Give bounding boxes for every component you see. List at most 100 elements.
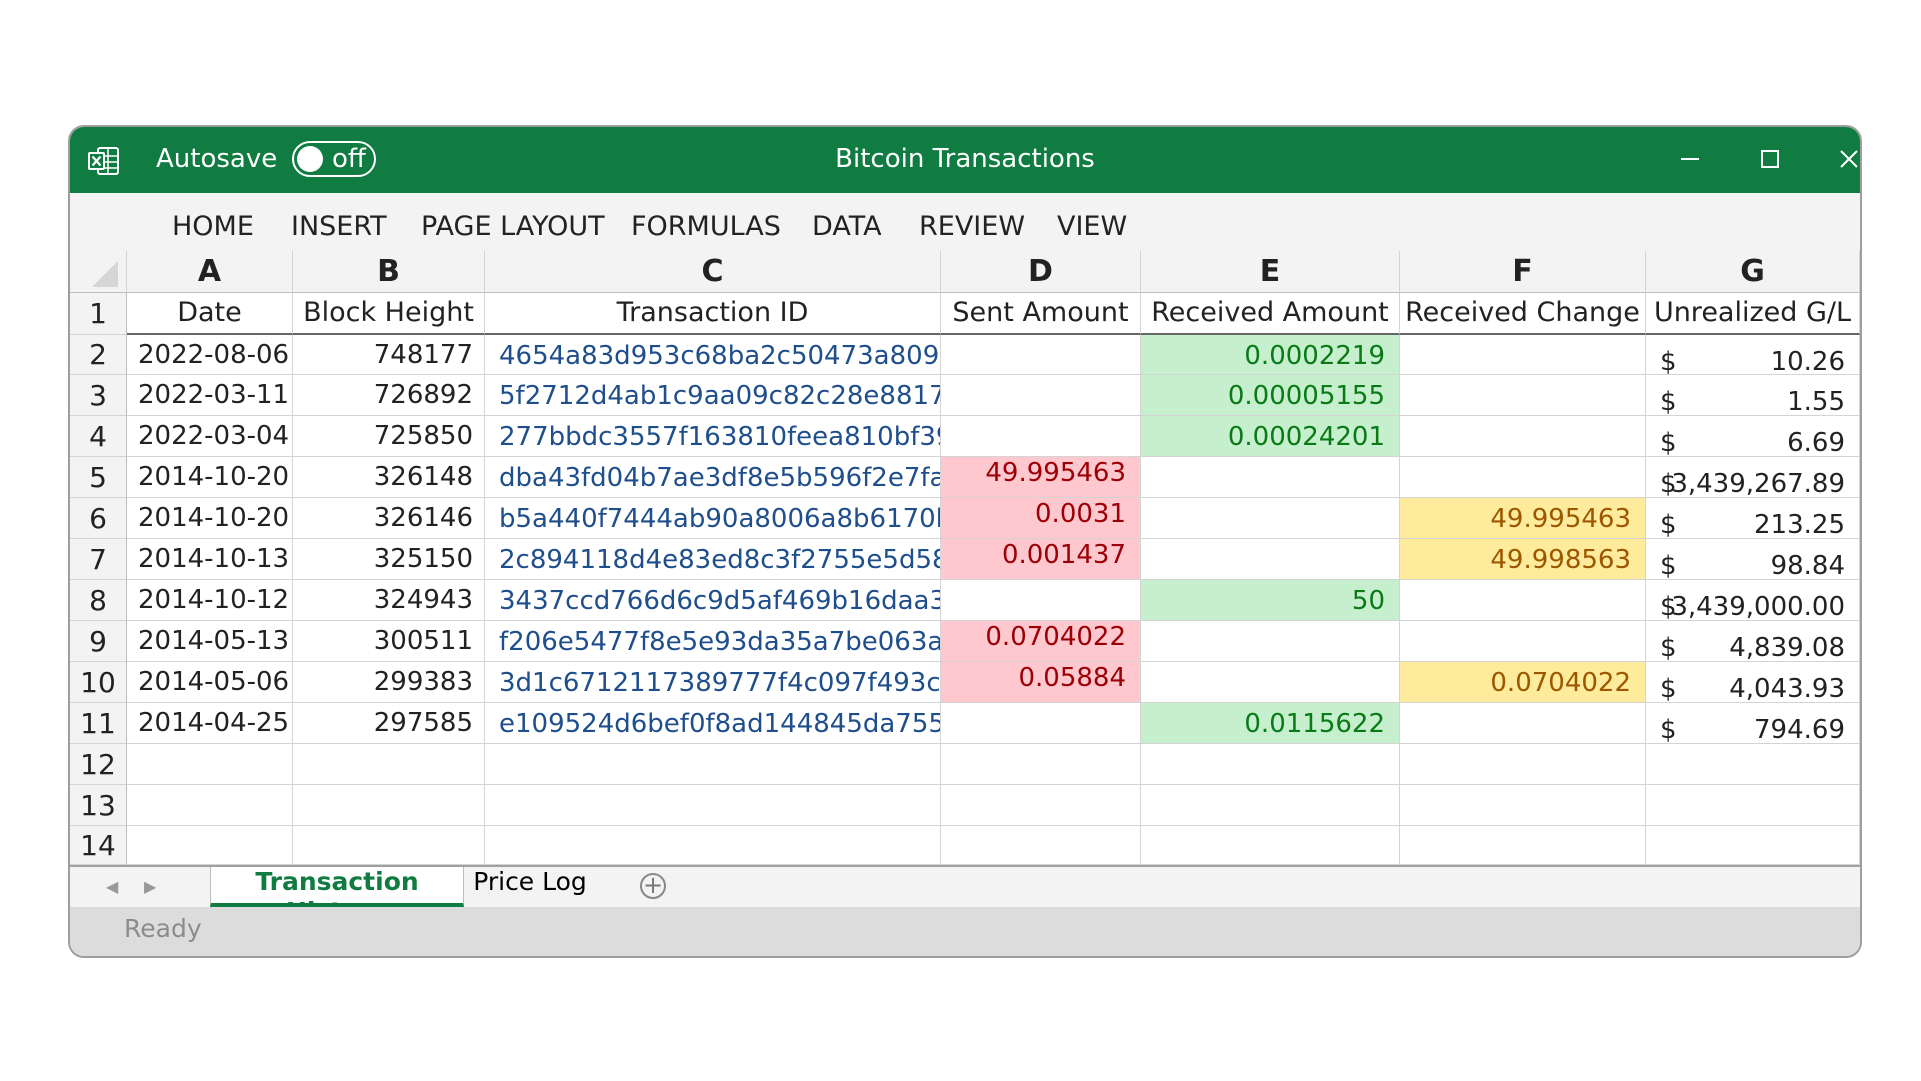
date-cell[interactable]: 2014-10-20	[127, 498, 293, 539]
header-cell[interactable]: Block Height	[293, 293, 485, 335]
unrealized-gl-cell[interactable]: $4,043.93	[1646, 662, 1860, 703]
transaction-id-cell[interactable]: 3d1c6712117389777f4c097f493c0	[485, 662, 941, 703]
sent-amount-cell[interactable]: 0.001437	[941, 539, 1141, 580]
menu-formulas[interactable]: FORMULAS	[631, 211, 781, 242]
unrealized-gl-cell[interactable]: $794.69	[1646, 703, 1860, 744]
empty-cell[interactable]	[1646, 826, 1860, 865]
empty-cell[interactable]	[127, 744, 293, 785]
unrealized-gl-cell[interactable]: $1.55	[1646, 375, 1860, 416]
row-header[interactable]: 5	[70, 457, 127, 498]
row-header[interactable]: 12	[70, 744, 127, 785]
date-cell[interactable]: 2014-05-06	[127, 662, 293, 703]
unrealized-gl-cell[interactable]: $10.26	[1646, 335, 1860, 375]
received-amount-cell[interactable]	[1141, 498, 1400, 539]
received-change-cell[interactable]	[1400, 375, 1646, 416]
menu-data[interactable]: DATA	[812, 211, 882, 242]
received-change-cell[interactable]: 0.0704022	[1400, 662, 1646, 703]
row-header[interactable]: 1	[70, 293, 127, 335]
sent-amount-cell[interactable]	[941, 703, 1141, 744]
block-height-cell[interactable]: 324943	[293, 580, 485, 621]
header-cell[interactable]: Date	[127, 293, 293, 335]
row-header[interactable]: 7	[70, 539, 127, 580]
empty-cell[interactable]	[1646, 744, 1860, 785]
row-header[interactable]: 13	[70, 785, 127, 826]
column-header-c[interactable]: C	[485, 251, 941, 293]
column-header-g[interactable]: G	[1646, 251, 1860, 293]
header-cell[interactable]: Received Amount	[1141, 293, 1400, 335]
sent-amount-cell[interactable]	[941, 335, 1141, 375]
received-amount-cell[interactable]	[1141, 457, 1400, 498]
sent-amount-cell[interactable]: 0.0031	[941, 498, 1141, 539]
transaction-id-cell[interactable]: 277bbdc3557f163810feea810bf39	[485, 416, 941, 457]
date-cell[interactable]: 2014-10-13	[127, 539, 293, 580]
empty-cell[interactable]	[1400, 826, 1646, 865]
row-header[interactable]: 11	[70, 703, 127, 744]
received-change-cell[interactable]: 49.995463	[1400, 498, 1646, 539]
empty-cell[interactable]	[1646, 785, 1860, 826]
block-height-cell[interactable]: 326148	[293, 457, 485, 498]
row-header[interactable]: 10	[70, 662, 127, 703]
transaction-id-cell[interactable]: 2c894118d4e83ed8c3f2755e5d58e	[485, 539, 941, 580]
empty-cell[interactable]	[293, 826, 485, 865]
sent-amount-cell[interactable]	[941, 580, 1141, 621]
sent-amount-cell[interactable]: 0.05884	[941, 662, 1141, 703]
row-header[interactable]: 6	[70, 498, 127, 539]
received-amount-cell[interactable]: 50	[1141, 580, 1400, 621]
tab-price-log[interactable]: Price Log	[462, 867, 598, 903]
header-cell[interactable]: Received Change	[1400, 293, 1646, 335]
empty-cell[interactable]	[1400, 785, 1646, 826]
transaction-id-cell[interactable]: f206e5477f8e5e93da35a7be063ad	[485, 621, 941, 662]
header-cell[interactable]: Unrealized G/L	[1646, 293, 1860, 335]
empty-cell[interactable]	[941, 785, 1141, 826]
received-change-cell[interactable]: 49.998563	[1400, 539, 1646, 580]
empty-cell[interactable]	[293, 744, 485, 785]
received-change-cell[interactable]	[1400, 580, 1646, 621]
menu-page-layout[interactable]: PAGE LAYOUT	[421, 211, 605, 242]
row-header[interactable]: 9	[70, 621, 127, 662]
transaction-id-cell[interactable]: 3437ccd766d6c9d5af469b16daa39	[485, 580, 941, 621]
transaction-id-cell[interactable]: e109524d6bef0f8ad144845da755e	[485, 703, 941, 744]
received-amount-cell[interactable]: 0.0002219	[1141, 335, 1400, 375]
column-header-f[interactable]: F	[1400, 251, 1646, 293]
unrealized-gl-cell[interactable]: $6.69	[1646, 416, 1860, 457]
unrealized-gl-cell[interactable]: $98.84	[1646, 539, 1860, 580]
date-cell[interactable]: 2022-03-04	[127, 416, 293, 457]
received-change-cell[interactable]	[1400, 335, 1646, 375]
menu-view[interactable]: VIEW	[1057, 211, 1127, 242]
menu-home[interactable]: HOME	[172, 211, 254, 242]
sent-amount-cell[interactable]	[941, 416, 1141, 457]
empty-cell[interactable]	[293, 785, 485, 826]
row-header[interactable]: 14	[70, 826, 127, 865]
block-height-cell[interactable]: 326146	[293, 498, 485, 539]
date-cell[interactable]: 2014-05-13	[127, 621, 293, 662]
transaction-id-cell[interactable]: dba43fd04b7ae3df8e5b596f2e7fa	[485, 457, 941, 498]
sent-amount-cell[interactable]	[941, 375, 1141, 416]
received-change-cell[interactable]	[1400, 416, 1646, 457]
unrealized-gl-cell[interactable]: $3,439,000.00	[1646, 580, 1860, 621]
row-header[interactable]: 3	[70, 375, 127, 416]
date-cell[interactable]: 2022-08-06	[127, 335, 293, 375]
date-cell[interactable]: 2014-10-20	[127, 457, 293, 498]
row-header[interactable]: 4	[70, 416, 127, 457]
received-change-cell[interactable]	[1400, 457, 1646, 498]
select-all-corner[interactable]	[70, 251, 127, 293]
unrealized-gl-cell[interactable]: $3,439,267.89	[1646, 457, 1860, 498]
empty-cell[interactable]	[127, 785, 293, 826]
unrealized-gl-cell[interactable]: $4,839.08	[1646, 621, 1860, 662]
received-amount-cell[interactable]	[1141, 662, 1400, 703]
row-header[interactable]: 2	[70, 335, 127, 375]
empty-cell[interactable]	[485, 826, 941, 865]
received-amount-cell[interactable]	[1141, 621, 1400, 662]
column-header-b[interactable]: B	[293, 251, 485, 293]
column-header-a[interactable]: A	[127, 251, 293, 293]
empty-cell[interactable]	[485, 785, 941, 826]
received-amount-cell[interactable]: 0.00024201	[1141, 416, 1400, 457]
empty-cell[interactable]	[941, 744, 1141, 785]
received-change-cell[interactable]	[1400, 703, 1646, 744]
date-cell[interactable]: 2022-03-11	[127, 375, 293, 416]
block-height-cell[interactable]: 748177	[293, 335, 485, 375]
next-sheet-icon[interactable]: ▶	[144, 877, 156, 896]
empty-cell[interactable]	[941, 826, 1141, 865]
transaction-id-cell[interactable]: b5a440f7444ab90a8006a8b6170b9	[485, 498, 941, 539]
transaction-id-cell[interactable]: 5f2712d4ab1c9aa09c82c28e88172	[485, 375, 941, 416]
